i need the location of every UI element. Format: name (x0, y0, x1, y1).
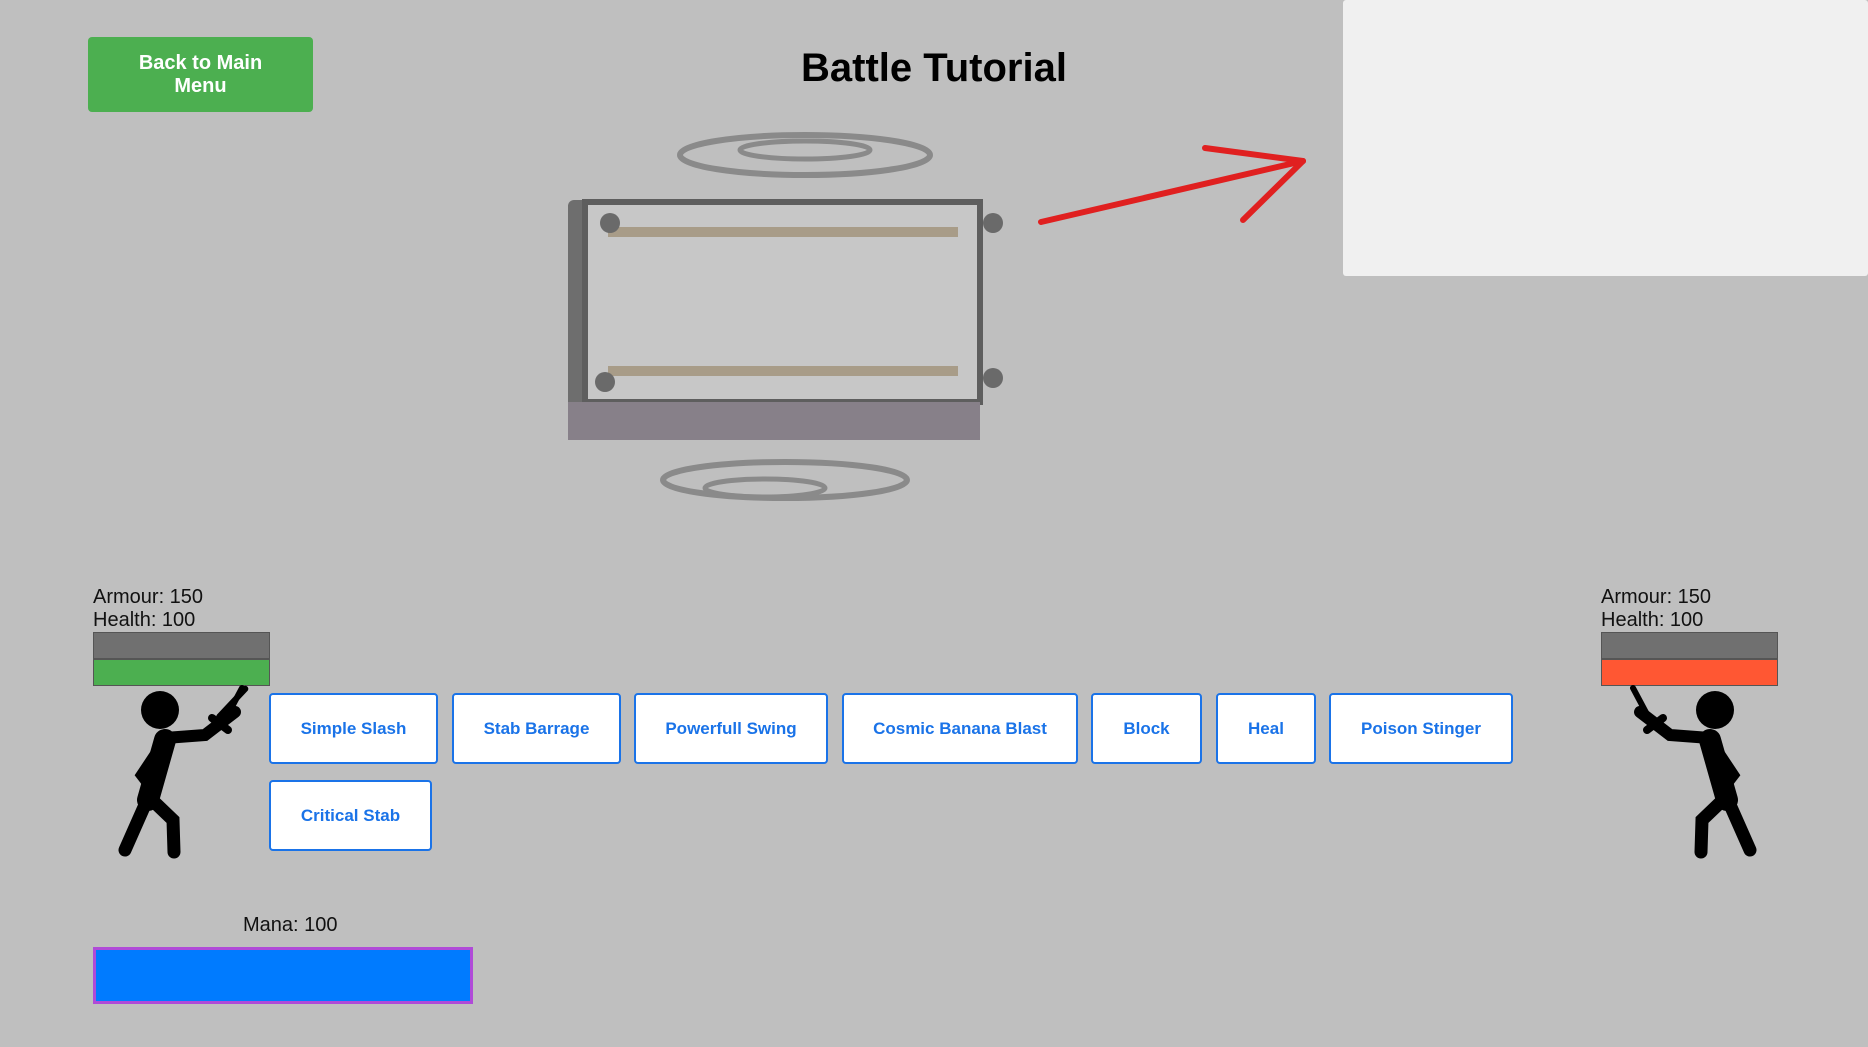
move-button-simple-slash[interactable]: Simple Slash (269, 693, 438, 764)
enemy-stats: Armour: 150 Health: 100 (1601, 586, 1711, 632)
mana-label: Mana: 100 (243, 914, 338, 936)
enemy-armour-text: Armour: 150 (1601, 586, 1712, 608)
mana-bar (93, 947, 473, 1004)
enemy-character (1630, 685, 1757, 859)
move-button-cosmic-banana-blast[interactable]: Cosmic Banana Blast (842, 693, 1078, 764)
move-button-block[interactable]: Block (1091, 693, 1202, 764)
move-button-heal[interactable]: Heal (1216, 693, 1316, 764)
player-character (118, 685, 249, 859)
tutorial-panel (1343, 0, 1868, 276)
chest-sprite (568, 132, 1003, 501)
player-armour-bar (93, 632, 270, 659)
enemy-health-text: Health: 100 (1601, 609, 1704, 631)
player-armour-text: Armour: 150 (93, 586, 204, 608)
mana-bar-fill (96, 950, 470, 1001)
move-button-powerfull-swing[interactable]: Powerfull Swing (634, 693, 828, 764)
enemy-armour-bar (1601, 632, 1778, 659)
move-button-poison-stinger[interactable]: Poison Stinger (1329, 693, 1513, 764)
move-button-critical-stab[interactable]: Critical Stab (269, 780, 432, 851)
arrow-icon (1038, 145, 1306, 225)
player-stats: Armour: 150 Health: 100 (93, 586, 203, 632)
player-health-text: Health: 100 (93, 609, 196, 631)
move-button-stab-barrage[interactable]: Stab Barrage (452, 693, 621, 764)
